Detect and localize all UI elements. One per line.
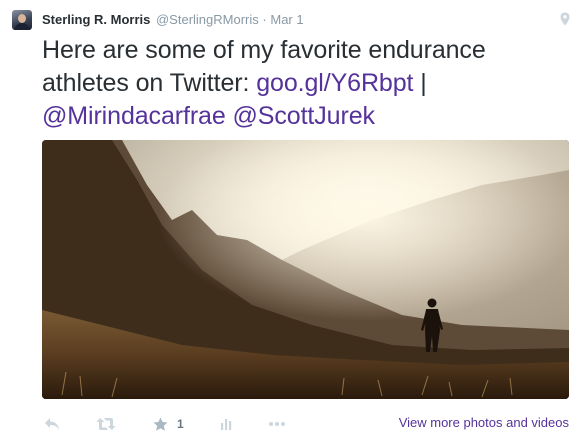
reply-icon[interactable] [44,414,60,434]
tweet-actions: 1 View more photos and videos [42,412,572,436]
author-name[interactable]: Sterling R. Morris [42,12,150,27]
tweet-link[interactable]: goo.gl/Y6Rbpt [256,69,413,97]
avatar[interactable] [12,10,32,30]
avatar-face [18,14,26,23]
avatar-shoulders [14,23,30,30]
author-handle[interactable]: @SterlingRMorris [156,12,259,27]
view-more-photos-link[interactable]: View more photos and videos [399,415,569,430]
header-separator: · [262,12,267,27]
location-pin-icon[interactable] [560,12,570,26]
ellipsis-icon[interactable] [268,414,286,434]
mention-mirindacarfrae[interactable]: @Mirindacarfrae [42,102,226,130]
retweet-icon[interactable] [96,414,116,434]
tweet-text-separator: | [413,69,427,97]
tweet-photo[interactable] [42,140,569,399]
tweet-timestamp[interactable]: Mar 1 [270,12,303,27]
favorite-count: 1 [177,417,184,431]
favorite-button[interactable]: 1 [153,414,184,434]
mention-scottjurek[interactable]: @ScottJurek [233,102,375,130]
analytics-bar-icon[interactable] [220,414,234,434]
tweet-header: Sterling R. Morris @SterlingRMorris · Ma… [42,12,304,28]
star-icon[interactable] [153,417,168,432]
tweet-text: Here are some of my favorite endurance a… [42,34,572,133]
